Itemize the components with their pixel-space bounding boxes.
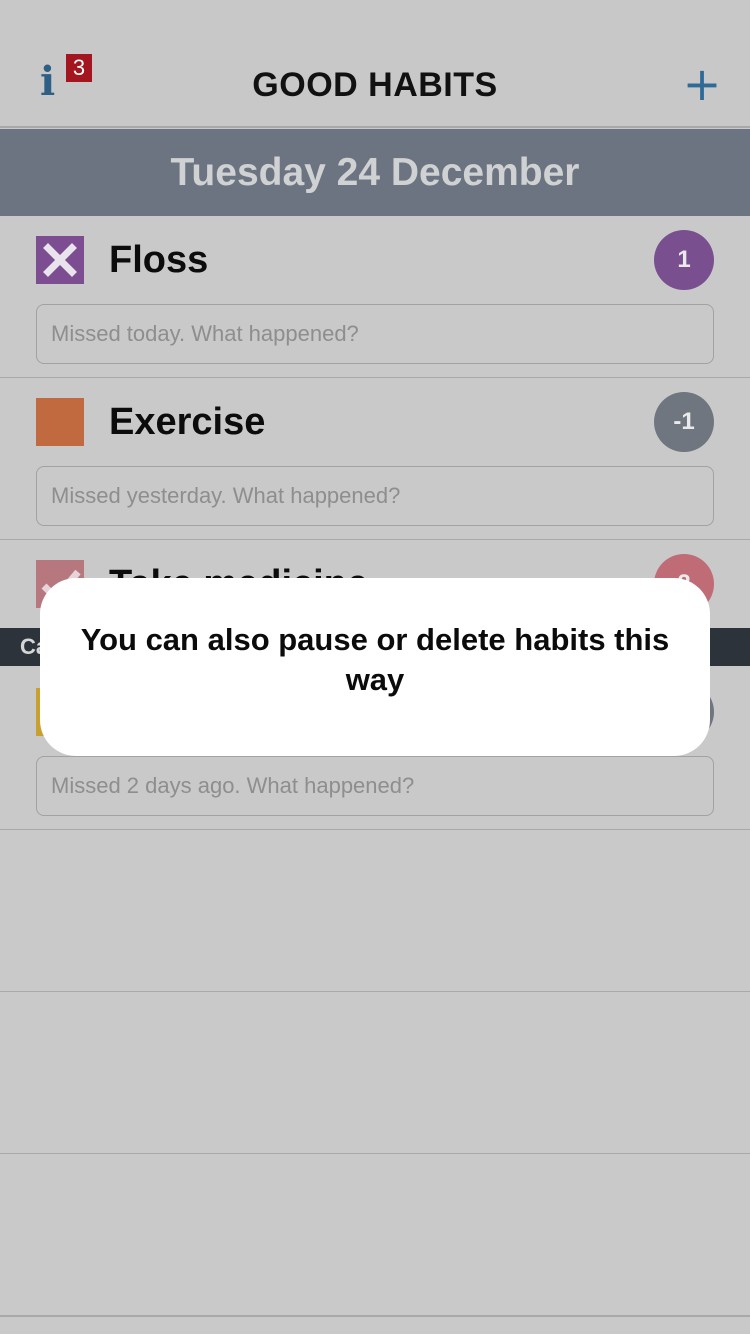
habit-name: Exercise: [109, 401, 266, 443]
nav-bar: i 3 GOOD HABITS +: [0, 0, 750, 128]
plus-icon: +: [682, 57, 722, 111]
habit-note-input[interactable]: Missed 2 days ago. What happened?: [36, 756, 714, 816]
empty-row: [0, 992, 750, 1154]
x-mark-icon: [36, 236, 84, 284]
add-habit-button[interactable]: +: [682, 56, 722, 112]
habit-note-input[interactable]: Missed yesterday. What happened?: [36, 466, 714, 526]
empty-row: [0, 830, 750, 992]
date-header: Tuesday 24 December: [0, 129, 750, 216]
habit-row-exercise[interactable]: Exercise -1 Missed yesterday. What happe…: [0, 378, 750, 540]
habit-name: Floss: [109, 239, 209, 281]
bottom-divider: [0, 1316, 750, 1334]
empty-row: [0, 1154, 750, 1316]
habit-status-toggle[interactable]: [36, 236, 84, 284]
streak-count-badge: 1: [654, 230, 714, 290]
habit-row-floss[interactable]: Floss 1 Missed today. What happened?: [0, 216, 750, 378]
page-title: GOOD HABITS: [252, 66, 498, 104]
empty-square-icon: [36, 398, 84, 446]
habit-status-toggle[interactable]: [36, 398, 84, 446]
tooltip-text: You can also pause or delete habits this…: [80, 622, 670, 697]
habit-note-input[interactable]: Missed today. What happened?: [36, 304, 714, 364]
date-label: Tuesday 24 December: [170, 151, 580, 194]
streak-count-badge: -1: [654, 392, 714, 452]
coach-mark-tooltip[interactable]: You can also pause or delete habits this…: [40, 578, 710, 756]
